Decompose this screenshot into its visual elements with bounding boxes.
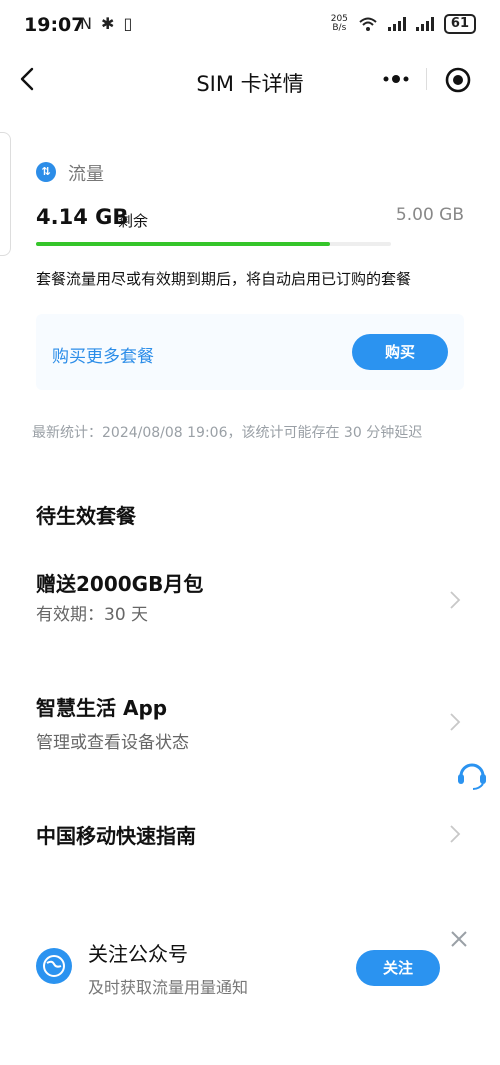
list-item-gift-package[interactable]: 赠送2000GB月包 有效期：30 天: [0, 560, 500, 650]
network-speed: 205 B/s: [331, 15, 348, 33]
remaining-suffix: 剩余: [118, 212, 149, 230]
status-time: 19:07: [24, 14, 85, 36]
list-item-title: 智慧生活 App: [36, 696, 168, 720]
target-icon[interactable]: [444, 66, 472, 94]
signal-icon-2: [415, 17, 434, 31]
side-drawer-handle[interactable]: [0, 132, 11, 256]
wifi-icon: [359, 17, 377, 31]
status-icons-left: N ✱ ▯: [80, 14, 135, 33]
battery-indicator: 61: [443, 14, 476, 34]
list-item-quick-guide[interactable]: 中国移动快速指南: [0, 812, 500, 902]
usage-progress-fill: [36, 242, 330, 246]
header-divider: [426, 68, 427, 90]
section-title: 待生效套餐: [36, 504, 136, 528]
list-item-subtitle: 管理或查看设备状态: [36, 733, 189, 753]
list-item-subtitle: 有效期：30 天: [36, 605, 149, 625]
flow-label: 流量: [68, 164, 104, 185]
buy-button[interactable]: 购买: [352, 334, 448, 370]
list-item-title: 中国移动快速指南: [36, 824, 196, 848]
follow-button[interactable]: 关注: [356, 950, 440, 986]
buy-more-card: 购买更多套餐 购买: [36, 314, 464, 390]
globe-icon: [36, 948, 72, 984]
buy-more-link[interactable]: 购买更多套餐: [52, 342, 154, 367]
chevron-right-icon: [450, 591, 461, 609]
page-title: SIM 卡详情: [196, 72, 304, 96]
usage-note: 套餐流量用尽或有效期到期后，将自动启用已订购的套餐: [36, 270, 412, 288]
more-icon[interactable]: [380, 64, 412, 94]
network-speed-unit: B/s: [332, 23, 347, 33]
total-value: 5.00 GB: [395, 205, 464, 225]
follow-title: 关注公众号: [88, 942, 188, 966]
chevron-right-icon: [450, 825, 461, 843]
chevron-right-icon: [450, 713, 461, 731]
list-item-title: 赠送2000GB月包: [36, 572, 204, 596]
headset-icon[interactable]: [455, 758, 489, 792]
list-item-smart-life[interactable]: 智慧生活 App 管理或查看设备状态: [0, 688, 500, 778]
close-icon[interactable]: [450, 930, 468, 948]
usage-progress-track: [36, 242, 391, 246]
stats-text: 最新统计：2024/08/08 19:06，该统计可能存在 30 分钟延迟: [32, 425, 423, 441]
follow-subtitle: 及时获取流量用量通知: [88, 978, 249, 997]
signal-icon: [387, 17, 406, 31]
status-right-group: 205 B/s 61: [331, 14, 476, 34]
remaining-value: 4.14 GB: [36, 205, 129, 229]
flow-icon: ⇅: [36, 162, 56, 182]
